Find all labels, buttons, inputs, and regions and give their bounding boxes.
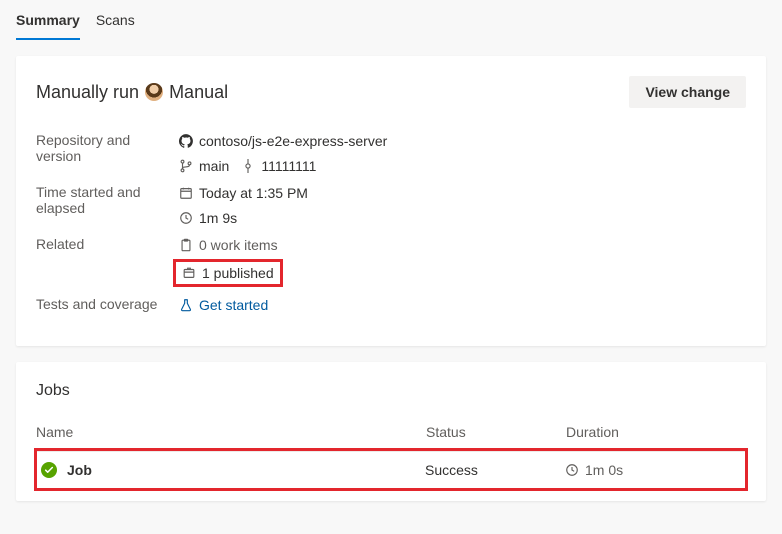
col-duration[interactable]: Duration bbox=[566, 424, 746, 440]
get-started-text: Get started bbox=[199, 294, 268, 316]
elapsed-text: 1m 9s bbox=[199, 207, 237, 229]
view-change-button[interactable]: View change bbox=[629, 76, 746, 108]
job-name-cell: Job bbox=[37, 462, 425, 478]
commit-sha: 11111111 bbox=[261, 155, 316, 177]
job-duration: 1m 0s bbox=[585, 462, 623, 478]
highlighted-job-row: Job Success 1m 0s bbox=[34, 448, 748, 491]
commit[interactable]: 11111111 bbox=[241, 155, 316, 177]
value-tests: Get started bbox=[179, 292, 746, 318]
branch-name: main bbox=[199, 155, 229, 177]
started-text: Today at 1:35 PM bbox=[199, 182, 308, 204]
col-status[interactable]: Status bbox=[426, 424, 566, 440]
col-name[interactable]: Name bbox=[36, 424, 426, 440]
job-status: Success bbox=[425, 462, 565, 478]
job-row[interactable]: Job Success 1m 0s bbox=[37, 451, 745, 488]
summary-card: Manually run Manual View change Reposito… bbox=[16, 56, 766, 346]
run-title-prefix: Manually run bbox=[36, 82, 139, 103]
flask-icon bbox=[179, 298, 193, 312]
label-tests: Tests and coverage bbox=[36, 292, 171, 318]
clock-icon bbox=[565, 463, 579, 477]
clock-icon bbox=[179, 211, 193, 225]
clipboard-icon bbox=[179, 238, 193, 252]
branch[interactable]: main bbox=[179, 155, 229, 177]
repo-line[interactable]: contoso/js-e2e-express-server bbox=[179, 130, 746, 152]
get-started-link[interactable]: Get started bbox=[179, 294, 746, 316]
tab-scans[interactable]: Scans bbox=[96, 0, 135, 40]
label-repo-version: Repository and version bbox=[36, 128, 171, 179]
started-line: Today at 1:35 PM bbox=[179, 182, 746, 204]
value-repo-version: contoso/js-e2e-express-server main 11111… bbox=[179, 128, 746, 179]
published-text: 1 published bbox=[202, 262, 274, 284]
job-name: Job bbox=[67, 462, 92, 478]
success-icon bbox=[41, 462, 57, 478]
repo-name: contoso/js-e2e-express-server bbox=[199, 130, 387, 152]
job-duration-cell: 1m 0s bbox=[565, 462, 745, 478]
calendar-icon bbox=[179, 186, 193, 200]
label-related: Related bbox=[36, 232, 171, 291]
work-items-text: 0 work items bbox=[199, 234, 278, 256]
jobs-header-row: Name Status Duration bbox=[36, 420, 746, 448]
branch-icon bbox=[179, 159, 193, 173]
summary-metadata: Repository and version contoso/js-e2e-ex… bbox=[36, 128, 746, 318]
tab-bar: Summary Scans bbox=[0, 0, 782, 40]
avatar bbox=[145, 83, 163, 101]
elapsed-line: 1m 9s bbox=[179, 207, 746, 229]
work-items-line[interactable]: 0 work items bbox=[179, 234, 746, 256]
run-title-suffix: Manual bbox=[169, 82, 228, 103]
published-line[interactable]: 1 published bbox=[173, 259, 283, 287]
commit-icon bbox=[241, 159, 255, 173]
branch-commit-line: main 11111111 bbox=[179, 155, 746, 177]
artifact-icon bbox=[182, 266, 196, 280]
value-time: Today at 1:35 PM 1m 9s bbox=[179, 180, 746, 231]
run-title: Manually run Manual bbox=[36, 82, 228, 103]
jobs-table: Name Status Duration Job Success 1m 0s bbox=[36, 420, 746, 491]
label-time: Time started and elapsed bbox=[36, 180, 171, 231]
tab-summary[interactable]: Summary bbox=[16, 0, 80, 40]
value-related: 0 work items 1 published bbox=[179, 232, 746, 291]
summary-header: Manually run Manual View change bbox=[36, 76, 746, 108]
github-icon bbox=[179, 134, 193, 148]
jobs-title: Jobs bbox=[36, 382, 746, 400]
jobs-card: Jobs Name Status Duration Job Success bbox=[16, 362, 766, 501]
